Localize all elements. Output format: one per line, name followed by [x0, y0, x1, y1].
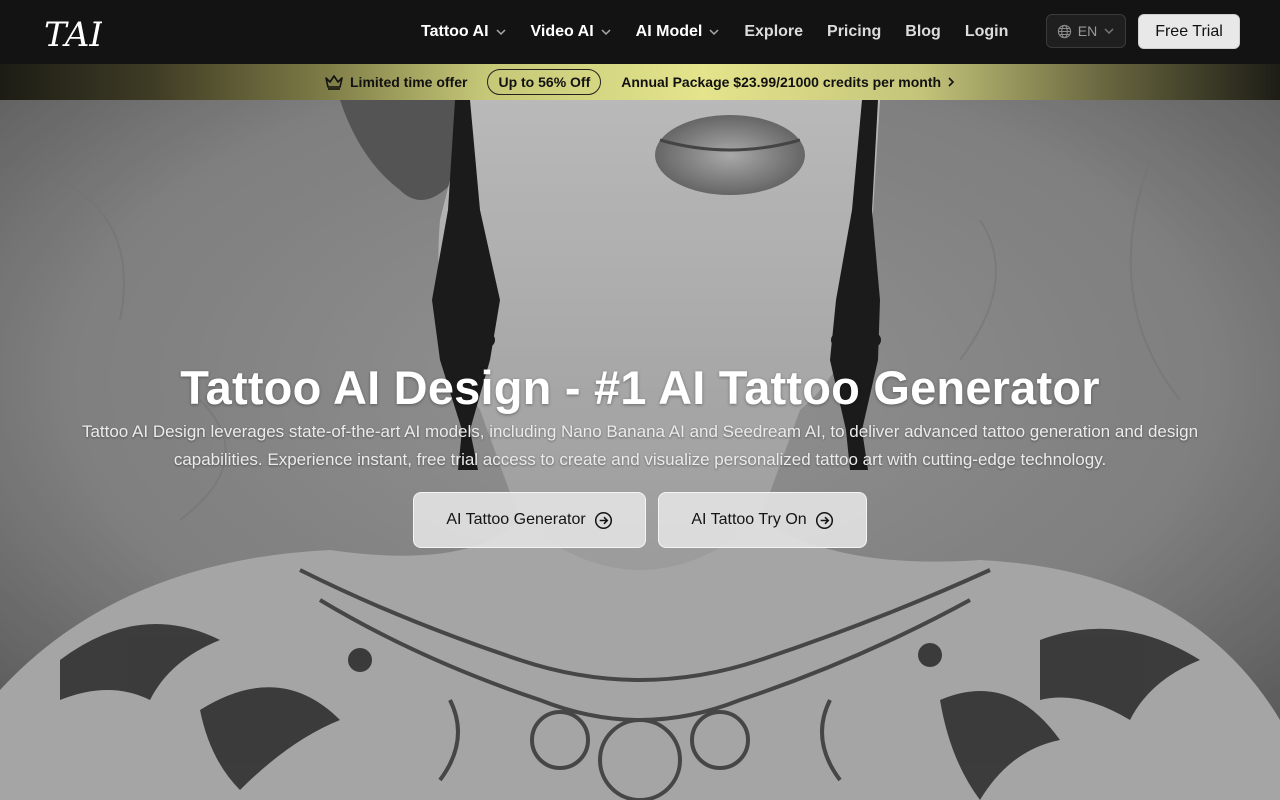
hero-section: Tattoo AI Design - #1 AI Tattoo Generato… — [0, 100, 1280, 800]
hero-description: Tattoo AI Design leverages state-of-the-… — [81, 422, 1199, 469]
chevron-right-icon — [948, 77, 955, 87]
globe-icon — [1057, 24, 1071, 38]
nav-label: Tattoo AI — [421, 23, 489, 40]
nav-label: Pricing — [827, 23, 882, 40]
promo-limited-text: Limited time offer — [350, 74, 468, 90]
chevron-down-icon — [496, 29, 506, 36]
ai-tattoo-generator-button[interactable]: AI Tattoo Generator — [413, 492, 646, 548]
arrow-right-circle-icon — [594, 511, 612, 529]
promo-banner[interactable]: Limited time offer Up to 56% Off Annual … — [0, 64, 1280, 100]
nav-explore[interactable]: Explore — [744, 23, 803, 41]
chevron-down-icon — [601, 29, 611, 36]
nav-ai-model[interactable]: AI Model — [636, 23, 721, 41]
free-trial-button[interactable]: Free Trial — [1138, 14, 1240, 49]
nav-label: Explore — [744, 23, 804, 40]
promo-discount-badge: Up to 56% Off — [487, 69, 602, 95]
language-label: EN — [1077, 23, 1098, 39]
promo-annual-text: Annual Package $23.99/21000 credits per … — [621, 74, 942, 90]
button-label: AI Tattoo Try On — [691, 511, 807, 528]
chevron-down-icon — [1104, 28, 1114, 35]
promo-content: Limited time offer Up to 56% Off Annual … — [324, 64, 955, 100]
nav-label: Blog — [905, 23, 941, 40]
button-label: AI Tattoo Generator — [446, 511, 586, 528]
arrow-right-circle-icon — [815, 511, 833, 529]
hero-title: Tattoo AI Design - #1 AI Tattoo Generato… — [180, 361, 1100, 414]
nav-pricing[interactable]: Pricing — [827, 23, 881, 41]
nav-label: Login — [964, 23, 1009, 40]
nav-label: AI Model — [635, 23, 703, 40]
main-nav: Tattoo AI Video AI AI Model Explore Pric… — [421, 0, 1032, 64]
crown-icon — [325, 75, 343, 90]
nav-blog[interactable]: Blog — [905, 23, 941, 41]
nav-label: Video AI — [530, 23, 594, 40]
ai-tattoo-try-on-button[interactable]: AI Tattoo Try On — [658, 492, 867, 548]
logo-text: TAI — [44, 15, 102, 54]
top-navigation-bar: TAI Tattoo AI Video AI AI Model Explore … — [0, 0, 1280, 64]
nav-video-ai[interactable]: Video AI — [531, 23, 612, 41]
nav-tattoo-ai[interactable]: Tattoo AI — [421, 23, 507, 41]
chevron-down-icon — [709, 29, 719, 36]
nav-login[interactable]: Login — [965, 23, 1009, 41]
language-selector[interactable]: EN — [1046, 14, 1126, 48]
site-logo[interactable]: TAI — [42, 12, 102, 54]
